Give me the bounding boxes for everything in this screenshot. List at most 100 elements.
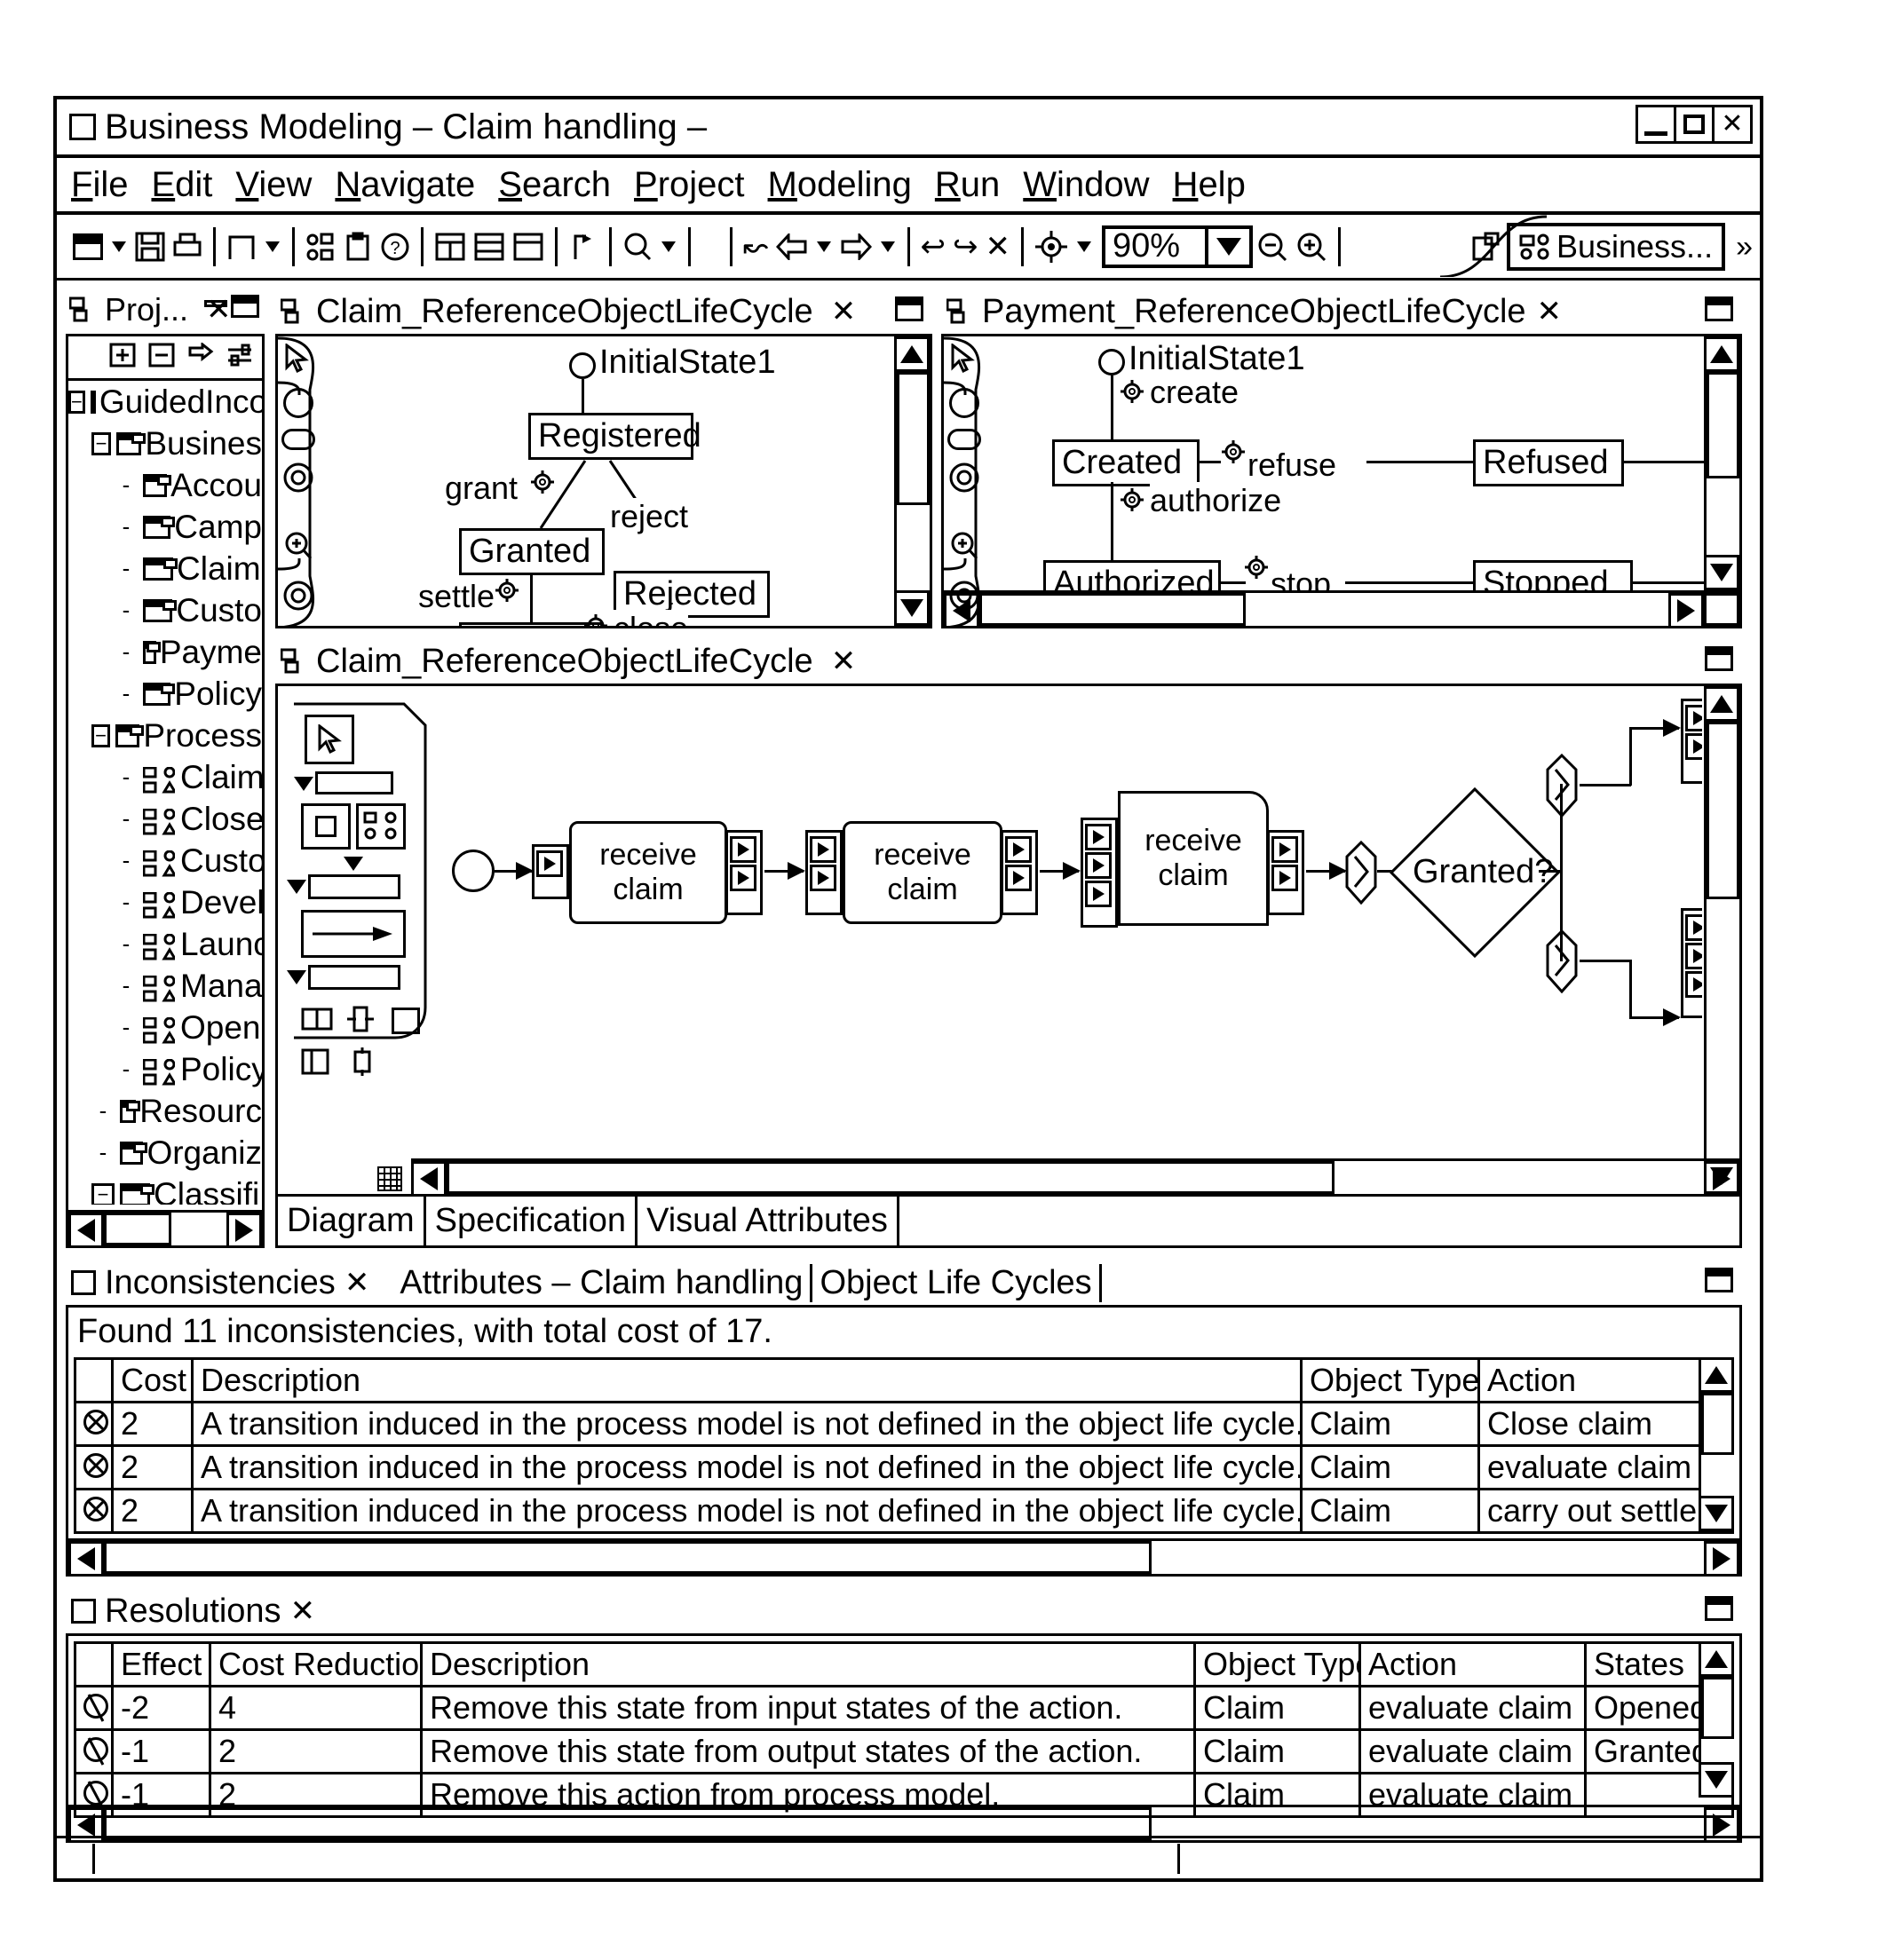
- state-registered[interactable]: Registered: [528, 413, 701, 460]
- tree-item-devel[interactable]: - Devel: [68, 881, 262, 923]
- help-icon[interactable]: ?: [380, 229, 410, 265]
- tree-item-camp[interactable]: - Camp: [68, 506, 262, 548]
- layout-2-icon[interactable]: [473, 229, 505, 265]
- process-canvas-hscrollbar[interactable]: [377, 1158, 1739, 1197]
- table-row[interactable]: -2 4 Remove this state from input states o…: [74, 1685, 1734, 1731]
- menu-bar[interactable]: File Edit View Navigate Search Project M…: [57, 158, 1760, 215]
- process-editor-tab[interactable]: Claim_ReferenceObjectLifeCycle ✕: [275, 636, 1742, 687]
- scroll-left-button[interactable]: [68, 1213, 104, 1248]
- tree-item-claim[interactable]: - Claim: [68, 548, 262, 589]
- scroll-left-button[interactable]: [68, 1541, 104, 1574]
- scroll-thumb[interactable]: [1707, 372, 1739, 478]
- pointer-icon[interactable]: [949, 342, 978, 378]
- menu-window[interactable]: Window: [1023, 165, 1149, 205]
- resolutions-tabbar[interactable]: Resolutions ✕: [66, 1585, 1742, 1637]
- open-perspective-icon[interactable]: [226, 229, 257, 265]
- process-palette[interactable]: [280, 688, 440, 1194]
- new-dropdown-caret[interactable]: [112, 241, 126, 252]
- section-bar-icon[interactable]: [308, 874, 400, 899]
- project-explorer-tab[interactable]: Proj... ✕: [66, 286, 265, 334]
- maximize-panel-icon[interactable]: [1705, 296, 1733, 321]
- tab-inconsistencies-label[interactable]: Inconsistencies: [105, 1264, 336, 1302]
- editor-bottom-tabs[interactable]: Diagram Specification Visual Attributes: [278, 1194, 1739, 1245]
- tree-item-manag[interactable]: -Manag: [68, 965, 262, 1007]
- redo-icon[interactable]: ↩: [921, 229, 946, 265]
- tree-item-guidedinco[interactable]: − GuidedInco: [68, 381, 262, 423]
- forward-icon[interactable]: [840, 229, 872, 265]
- state-refused[interactable]: Refused: [1473, 439, 1624, 486]
- input-port-stack[interactable]: [1681, 908, 1702, 1018]
- state-stopped[interactable]: Stopped: [1473, 560, 1633, 590]
- state-rounded-icon[interactable]: [947, 429, 981, 450]
- search-icon[interactable]: [622, 229, 653, 265]
- table-row[interactable]: 2A transition induced in the process mod…: [74, 1401, 1734, 1447]
- zoom-in-icon[interactable]: [283, 531, 313, 565]
- payment-lifecycle-close-icon[interactable]: ✕: [1537, 294, 1563, 329]
- port-icon[interactable]: [1085, 852, 1112, 879]
- project-tree[interactable]: − GuidedInco − Busines - Accou - Camp - Claim - Cus…: [68, 381, 262, 1205]
- inconsistencies-table[interactable]: Cost Description Object Type Action 2A tran…: [74, 1357, 1734, 1534]
- filters-icon[interactable]: [226, 343, 253, 372]
- delete-icon[interactable]: ✕: [986, 229, 1011, 265]
- port-icon[interactable]: [1271, 836, 1298, 863]
- final-state-icon[interactable]: [283, 462, 313, 497]
- zoom-combo[interactable]: 90%: [1102, 225, 1253, 268]
- maximize-panel-icon[interactable]: [895, 296, 923, 321]
- tab-object-life-cycles[interactable]: Object Life Cycles: [812, 1263, 1102, 1302]
- scroll-thumb[interactable]: [1707, 722, 1739, 899]
- group-icon[interactable]: [356, 803, 406, 850]
- tree-item-policy[interactable]: - Policy: [68, 673, 262, 715]
- scroll-right-button[interactable]: [226, 1213, 262, 1248]
- inconsistencies-vscrollbar[interactable]: [1699, 1357, 1734, 1531]
- resolutions-table[interactable]: Effect Cost Reduction Description Object Ty…: [74, 1641, 1734, 1818]
- tree-item-classifi[interactable]: − Classifi: [68, 1174, 262, 1205]
- inconsistencies-close-icon[interactable]: ✕: [345, 1265, 370, 1300]
- scroll-thumb[interactable]: [447, 1161, 1334, 1194]
- tab-resolutions-label[interactable]: Resolutions: [105, 1592, 281, 1631]
- tab-attributes-claim-handling[interactable]: Attributes – Claim handling: [400, 1263, 813, 1302]
- perspective-business-button[interactable]: Business...: [1506, 223, 1726, 271]
- scroll-up-button[interactable]: [894, 336, 930, 372]
- tree-item-accou[interactable]: - Accou: [68, 464, 262, 506]
- target-icon[interactable]: [1034, 229, 1068, 265]
- open-dropdown-caret[interactable]: [265, 241, 280, 252]
- process-editor-close-icon[interactable]: ✕: [831, 644, 857, 679]
- claim-lifecycle-palette[interactable]: [278, 336, 342, 626]
- column-header[interactable]: [74, 1641, 114, 1687]
- palette-section-caret[interactable]: [287, 880, 306, 894]
- port-icon[interactable]: [536, 850, 563, 877]
- layout-3-icon[interactable]: [512, 229, 544, 265]
- column-header-action[interactable]: Action: [1358, 1641, 1587, 1687]
- project-tree-hscrollbar[interactable]: [68, 1210, 262, 1248]
- initial-state-circle[interactable]: [569, 352, 596, 379]
- port-icon[interactable]: [1005, 865, 1032, 891]
- forward-caret[interactable]: [880, 241, 895, 252]
- tree-item-launc[interactable]: - Launc: [68, 923, 262, 965]
- column-header[interactable]: [74, 1357, 114, 1403]
- zoom-out-icon[interactable]: [1256, 229, 1288, 265]
- table-row[interactable]: 2A transition induced in the process mod…: [74, 1444, 1734, 1490]
- section-bar-icon[interactable]: [315, 771, 393, 794]
- project-explorer-close-icon[interactable]: ✕: [206, 292, 232, 328]
- tree-item-custo[interactable]: - Custo: [68, 589, 262, 631]
- gate-port-icon-bottom[interactable]: [1544, 929, 1580, 993]
- zoom-dropdown-caret[interactable]: [1205, 228, 1249, 265]
- column-header-cost-reduction[interactable]: Cost Reduction: [209, 1641, 423, 1687]
- maximize-panel-icon[interactable]: [1705, 1268, 1733, 1292]
- tab-visual-attributes[interactable]: Visual Attributes: [638, 1197, 899, 1245]
- toolbar-overflow-chevron[interactable]: »: [1736, 230, 1753, 265]
- menu-navigate[interactable]: Navigate: [335, 165, 475, 205]
- port-icon[interactable]: [1085, 881, 1112, 907]
- tree-item-policy[interactable]: - Policy: [68, 1048, 262, 1090]
- tree-expander[interactable]: −: [91, 723, 111, 747]
- tree-expander[interactable]: −: [91, 1182, 115, 1205]
- maximize-panel-icon[interactable]: [1705, 646, 1733, 671]
- payment-lifecycle-palette[interactable]: [944, 336, 1008, 626]
- split-icon[interactable]: [299, 1004, 335, 1039]
- process-canvas-vscrollbar[interactable]: [1704, 686, 1739, 1194]
- final-state-icon[interactable]: [949, 462, 979, 497]
- input-port-stack[interactable]: [1681, 699, 1702, 784]
- gate-port-icon-top[interactable]: [1544, 754, 1580, 818]
- state-rounded-icon[interactable]: [281, 429, 315, 450]
- grid-toggle-icon[interactable]: [374, 1163, 406, 1195]
